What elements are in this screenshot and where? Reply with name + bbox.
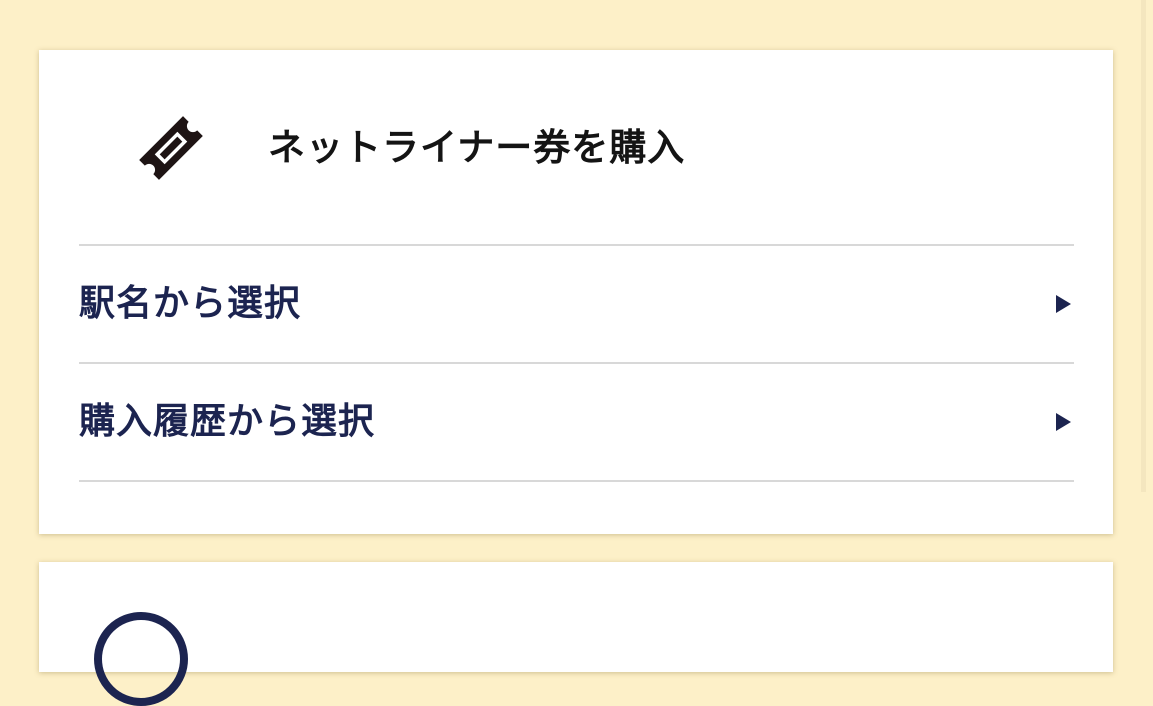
chevron-right-icon [1056,413,1071,431]
ticket-icon [139,116,203,180]
menu-item-select-from-history[interactable]: 購入履歴から選択 [79,364,1074,482]
page-title: ネットライナー券を購入 [268,126,686,169]
next-card [39,562,1113,706]
purchase-card: ネットライナー券を購入 駅名から選択 購入履歴から選択 [39,50,1113,534]
menu-item-label: 購入履歴から選択 [79,401,376,442]
purchase-card-header: ネットライナー券を購入 [39,50,1113,244]
circle-icon [94,612,188,706]
chevron-right-icon [1056,295,1071,313]
menu-item-label: 駅名から選択 [79,283,302,324]
menu-item-select-by-station[interactable]: 駅名から選択 [79,246,1074,364]
purchase-menu: 駅名から選択 購入履歴から選択 [79,244,1074,482]
scrollbar[interactable] [1141,0,1146,492]
